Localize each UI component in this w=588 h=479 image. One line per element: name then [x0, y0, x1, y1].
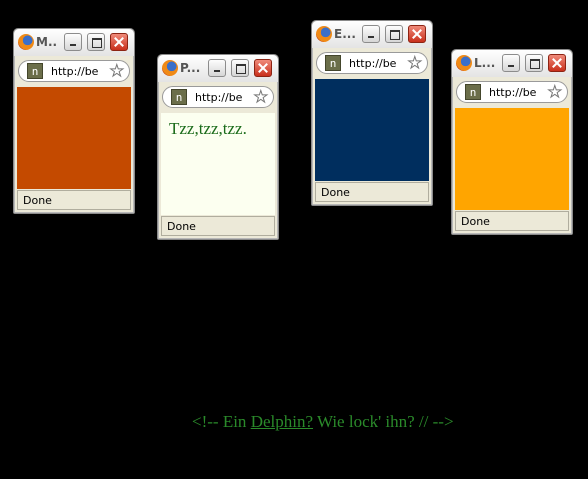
url-text[interactable]: http://be [489, 86, 536, 99]
url-bar[interactable]: n http://be ★ [316, 52, 428, 74]
url-bar[interactable]: n http://be ★ [162, 86, 274, 108]
page-text: Tzz,tzz,tzz. [169, 119, 247, 138]
window-title: E... [334, 27, 356, 41]
firefox-icon [316, 26, 332, 42]
close-icon[interactable] [110, 33, 128, 51]
page-content [455, 108, 569, 210]
page-content [315, 79, 429, 181]
title-bar[interactable]: P... [158, 55, 278, 82]
url-text[interactable]: http://be [51, 65, 98, 78]
maximize-icon[interactable] [87, 33, 105, 51]
firefox-icon [456, 55, 472, 71]
maximize-icon[interactable] [385, 25, 403, 43]
url-bar[interactable]: n http://be ★ [18, 60, 130, 82]
delphin-link[interactable]: Delphin? [251, 412, 313, 431]
browser-window-1[interactable]: M... n http://be ★ Done [13, 28, 135, 214]
window-title: M... [36, 35, 58, 49]
site-icon: n [171, 89, 187, 105]
title-bar[interactable]: E... [312, 21, 432, 48]
star-icon[interactable]: ★ [109, 61, 124, 80]
browser-window-4[interactable]: L... n http://be ★ Done [451, 49, 573, 235]
status-bar: Done [161, 216, 275, 236]
status-bar: Done [315, 182, 429, 202]
window-title: P... [180, 61, 201, 75]
firefox-icon [18, 34, 34, 50]
site-icon: n [27, 63, 43, 79]
minimize-icon[interactable] [502, 54, 520, 72]
minimize-icon[interactable] [64, 33, 82, 51]
site-icon: n [325, 55, 341, 71]
url-text[interactable]: http://be [195, 91, 242, 104]
browser-window-3[interactable]: E... n http://be ★ Done [311, 20, 433, 206]
close-icon[interactable] [548, 54, 566, 72]
star-icon[interactable]: ★ [253, 87, 268, 106]
close-icon[interactable] [254, 59, 272, 77]
status-text: Done [23, 194, 52, 207]
page-content: Tzz,tzz,tzz. [161, 113, 275, 215]
url-text[interactable]: http://be [349, 57, 396, 70]
status-text: Done [167, 220, 196, 233]
footer-suffix: Wie lock' ihn? // --> [313, 412, 454, 431]
status-bar: Done [17, 190, 131, 210]
star-icon[interactable]: ★ [407, 53, 422, 72]
title-bar[interactable]: M... [14, 29, 134, 56]
footer-comment: <!-- Ein Delphin? Wie lock' ihn? // --> [192, 412, 454, 432]
site-icon: n [465, 84, 481, 100]
browser-window-2[interactable]: P... n http://be ★ Tzz,tzz,tzz. Done [157, 54, 279, 240]
footer-prefix: <!-- Ein [192, 412, 251, 431]
star-icon[interactable]: ★ [547, 82, 562, 101]
maximize-icon[interactable] [231, 59, 249, 77]
minimize-icon[interactable] [208, 59, 226, 77]
minimize-icon[interactable] [362, 25, 380, 43]
firefox-icon [162, 60, 178, 76]
url-bar[interactable]: n http://be ★ [456, 81, 568, 103]
status-bar: Done [455, 211, 569, 231]
title-bar[interactable]: L... [452, 50, 572, 77]
window-title: L... [474, 56, 496, 70]
maximize-icon[interactable] [525, 54, 543, 72]
status-text: Done [321, 186, 350, 199]
page-content [17, 87, 131, 189]
status-text: Done [461, 215, 490, 228]
close-icon[interactable] [408, 25, 426, 43]
